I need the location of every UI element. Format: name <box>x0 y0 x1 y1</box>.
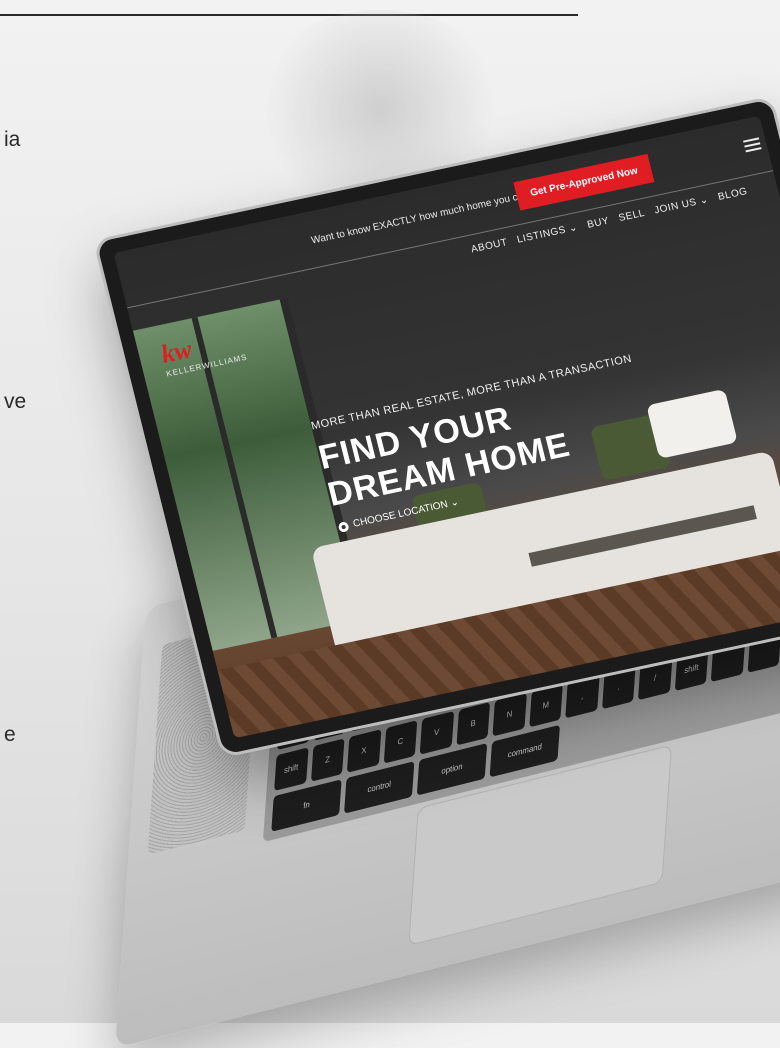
nav-about[interactable]: ABOUT <box>470 237 509 255</box>
keyboard-key: V <box>419 710 454 755</box>
nav-join-us[interactable]: JOIN US ⌄ <box>653 194 710 216</box>
menu-icon[interactable] <box>742 134 762 153</box>
nav-blog[interactable]: BLOG <box>717 186 749 203</box>
pillow-image <box>646 388 738 459</box>
nav-listings[interactable]: LISTINGS ⌄ <box>516 222 579 246</box>
keyboard-key: C <box>383 719 418 764</box>
keyboard-key: shift <box>274 747 309 791</box>
nav-sell[interactable]: SELL <box>618 208 647 224</box>
location-icon <box>337 520 350 533</box>
text-fragment-3: e <box>4 723 16 746</box>
text-fragment-2: ve <box>4 390 27 413</box>
nav-buy[interactable]: BUY <box>586 215 610 230</box>
page-divider <box>0 14 578 16</box>
website-viewport: Want to know EXACTLY how much home you c… <box>113 115 780 739</box>
text-fragment-1: ia <box>4 128 21 151</box>
keyboard-key: Z <box>310 737 345 782</box>
keyboard-key: B <box>456 701 491 746</box>
get-pre-approved-button[interactable]: Get Pre-Approved Now <box>513 153 655 211</box>
keyboard-key: X <box>346 728 381 773</box>
